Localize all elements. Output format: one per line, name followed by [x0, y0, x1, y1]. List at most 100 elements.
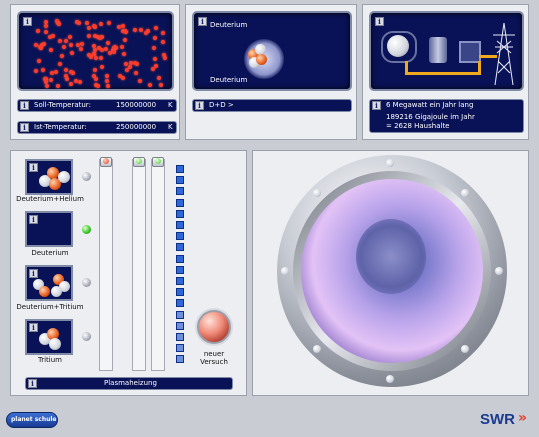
fuel-option-deuterium-helium[interactable]: i	[25, 159, 73, 195]
energy-line-3: = 2628 Haushalte	[386, 122, 450, 130]
reaction-equation: D+D >	[209, 101, 234, 109]
fuel-option-tritium[interactable]: i	[25, 319, 73, 355]
plasma-heating-bar[interactable]: i Plasmaheizung	[25, 377, 233, 390]
slider-track-left[interactable]	[99, 159, 113, 371]
planet-schule-logo-text: planet schule	[11, 416, 57, 423]
info-button[interactable]: i	[372, 101, 381, 110]
plasma-particle	[36, 58, 41, 63]
info-button[interactable]: i	[20, 101, 29, 110]
slider-track-middle[interactable]	[132, 159, 146, 371]
energy-panel: i i 6 Megawatt ein Jahr lang 189216 Giga…	[362, 4, 529, 140]
plasma-particle	[61, 44, 66, 49]
porthole-bolt-top	[386, 159, 394, 167]
power-pipe-icon	[405, 61, 481, 75]
reaction-panel: i Deuterium Deuterium i D+D >	[185, 4, 357, 140]
plasma-particle	[49, 48, 54, 53]
plasma-particle	[91, 23, 96, 28]
slider-indicator-red-icon	[103, 158, 109, 164]
soll-temperature-bar: i Soll-Temperatur: 150000000 K	[17, 99, 177, 112]
slider-track-right[interactable]	[151, 159, 165, 371]
plasma-particle	[44, 84, 49, 89]
fuel-selector-led-deuterium-tritium[interactable]	[82, 278, 91, 287]
ist-temperature-label: Ist-Temperatur:	[34, 123, 87, 131]
plasma-particle	[116, 24, 121, 29]
swr-logo-text: SWR	[480, 411, 515, 428]
fuel-selector-led-deuterium[interactable]	[82, 225, 91, 234]
info-button[interactable]: i	[29, 269, 38, 278]
plasma-particle	[91, 43, 96, 48]
meter-segment	[176, 254, 184, 263]
generator-icon	[459, 41, 481, 63]
soll-temperature-value: 150000000	[116, 101, 157, 109]
porthole-bolt-left	[281, 267, 289, 275]
plasma-particle	[144, 30, 149, 35]
slider-indicator-green-icon	[155, 158, 161, 164]
fuel-option-deuterium[interactable]: i	[25, 211, 73, 247]
soll-temperature-label: Soll-Temperatur:	[34, 101, 91, 109]
ist-temperature-value: 250000000	[116, 123, 157, 131]
porthole-bolt-right	[495, 267, 503, 275]
plasma-particle	[99, 65, 104, 70]
plasma-particle	[154, 63, 159, 68]
porthole-bolt-bottom-left	[313, 345, 321, 353]
info-button[interactable]: i	[29, 163, 38, 172]
plasma-particle	[104, 73, 109, 78]
swr-logo[interactable]: SWR »	[480, 410, 532, 430]
fuel-selector-led-deuterium-helium[interactable]	[82, 172, 91, 181]
plasma-particle	[68, 82, 73, 87]
meter-segment	[176, 187, 184, 196]
planet-schule-logo[interactable]: planet schule	[6, 412, 58, 428]
info-button[interactable]: i	[375, 17, 384, 26]
fuel-option-deuterium-tritium[interactable]: i	[25, 265, 73, 301]
plasma-view	[301, 179, 483, 363]
plasma-particle	[70, 51, 75, 56]
meter-segment	[176, 299, 184, 308]
plasma-particle	[106, 84, 111, 89]
porthole-panel	[252, 150, 529, 396]
info-button[interactable]: i	[195, 101, 204, 110]
info-button[interactable]: i	[29, 323, 38, 332]
plasma-particle	[160, 40, 165, 45]
info-button[interactable]: i	[23, 17, 32, 26]
plasma-particle	[95, 84, 100, 89]
info-button[interactable]: i	[28, 379, 37, 388]
plasma-particle	[121, 24, 126, 29]
plasma-particle	[44, 23, 49, 28]
swr-chevron-icon: »	[518, 410, 528, 426]
meter-segment	[176, 288, 184, 297]
plasma-particle	[103, 46, 108, 51]
plasma-particle	[111, 49, 116, 54]
plasma-particle	[152, 56, 157, 61]
nucleon-ball	[58, 171, 70, 183]
meter-segment	[176, 209, 184, 218]
plasma-particle	[151, 66, 156, 71]
ist-temperature-unit: K	[168, 123, 173, 131]
plasma-particle	[161, 31, 166, 36]
info-button[interactable]: i	[20, 123, 29, 132]
new-experiment-button[interactable]	[197, 310, 231, 344]
new-experiment-label-line2: Versuch	[200, 358, 228, 366]
plasma-particle	[69, 69, 74, 74]
fuel-selector-led-tritium[interactable]	[82, 332, 91, 341]
plasma-particle	[107, 20, 112, 25]
meter-segment	[176, 265, 184, 274]
plasma-particle-screen: i	[17, 11, 174, 91]
control-panel: i Deuterium+Helium i Deuterium i Deuteri…	[10, 150, 247, 396]
porthole-bolt-bottom	[386, 375, 394, 383]
meter-segment	[176, 243, 184, 252]
meter-segment	[176, 198, 184, 207]
info-button[interactable]: i	[29, 215, 38, 224]
plasma-particle	[138, 28, 143, 33]
plasma-particle	[49, 71, 54, 76]
plasma-particle	[36, 29, 41, 34]
plasma-particle	[68, 42, 73, 47]
plasma-particle	[51, 33, 56, 38]
reactor-housing-icon	[381, 31, 417, 63]
fuel-option-label: Deuterium	[31, 249, 69, 257]
info-button[interactable]: i	[198, 17, 207, 26]
plasma-particle	[93, 67, 98, 72]
meter-segment	[176, 321, 184, 330]
plasma-particle	[57, 62, 62, 67]
nucleon-ball	[39, 286, 50, 297]
plasma-particle	[98, 56, 103, 60]
